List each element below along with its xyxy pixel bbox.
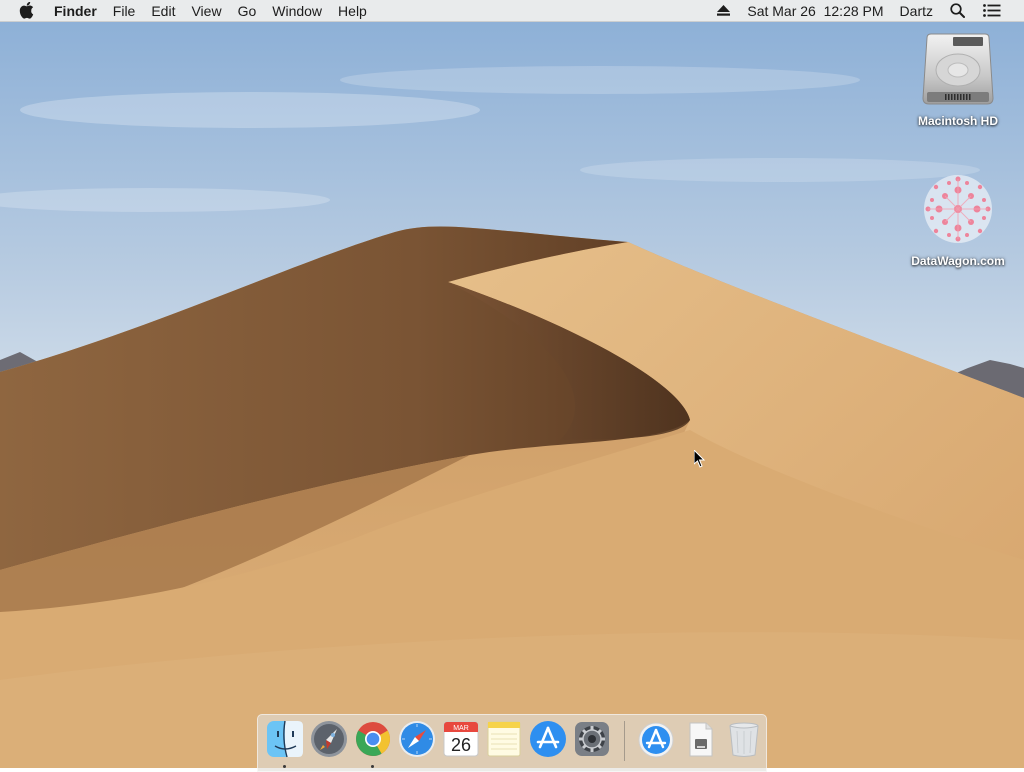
dock-item-app-store[interactable] <box>526 719 570 769</box>
dock-item-trash[interactable] <box>722 719 766 769</box>
calendar-icon: MAR 26 <box>443 721 479 757</box>
dock-item-notes[interactable] <box>483 719 527 769</box>
calendar-month: MAR <box>453 725 469 732</box>
dock-item-system-preferences[interactable] <box>570 719 614 769</box>
dock: MAR 26 <box>257 714 767 772</box>
applications-folder-icon <box>638 722 674 758</box>
menu-clock[interactable]: Sat Mar 26 12:28 PM <box>739 0 891 22</box>
chrome-icon <box>355 722 390 756</box>
app-store-icon <box>530 721 567 757</box>
trash-icon <box>729 722 759 757</box>
desktop-wallpaper <box>0 0 1024 768</box>
network-volume-icon <box>924 175 992 243</box>
menu-bar-left: Finder File Edit View Go Window Help <box>0 0 375 22</box>
desktop-icon-label: DataWagon.com <box>911 254 1005 268</box>
dock-item-finder[interactable] <box>263 719 307 769</box>
dock-item-chrome[interactable] <box>351 719 395 769</box>
notes-icon <box>487 721 521 757</box>
menu-window[interactable]: Window <box>264 0 330 22</box>
notification-center-icon[interactable] <box>974 0 1010 22</box>
dock-item-launchpad[interactable] <box>307 719 351 769</box>
hard-drive-icon <box>922 33 994 105</box>
app-menu-finder[interactable]: Finder <box>46 0 105 22</box>
document-stack-icon <box>689 722 713 757</box>
dock-item-applications[interactable] <box>634 719 678 769</box>
apple-menu[interactable] <box>0 0 46 22</box>
apple-logo-icon <box>19 2 34 19</box>
finder-icon <box>266 720 303 758</box>
dock-item-document[interactable] <box>678 719 722 769</box>
system-preferences-icon <box>575 722 610 756</box>
dock-separator <box>624 721 626 761</box>
menu-bar: Finder File Edit View Go Window Help Sat… <box>0 0 1024 22</box>
menu-view[interactable]: View <box>183 0 229 22</box>
menu-go[interactable]: Go <box>230 0 265 22</box>
safari-icon <box>398 721 435 757</box>
dock-item-calendar[interactable]: MAR 26 <box>439 719 483 769</box>
menu-file[interactable]: File <box>105 0 144 22</box>
mouse-cursor <box>694 450 706 468</box>
launchpad-icon <box>310 721 347 757</box>
spotlight-search-icon[interactable] <box>941 0 974 22</box>
menu-user[interactable]: Dartz <box>892 0 941 22</box>
dock-item-safari[interactable] <box>395 719 439 769</box>
desktop-icon-macintosh-hd[interactable]: Macintosh HD <box>898 32 1018 128</box>
menu-edit[interactable]: Edit <box>143 0 183 22</box>
menu-help[interactable]: Help <box>330 0 375 22</box>
desktop-icon-datawagon[interactable]: DataWagon.com <box>898 170 1018 268</box>
desktop-icon-label: Macintosh HD <box>917 114 998 128</box>
calendar-day: 26 <box>451 735 471 755</box>
menu-bar-right: Sat Mar 26 12:28 PM Dartz <box>708 0 1024 22</box>
eject-icon[interactable] <box>708 0 739 22</box>
